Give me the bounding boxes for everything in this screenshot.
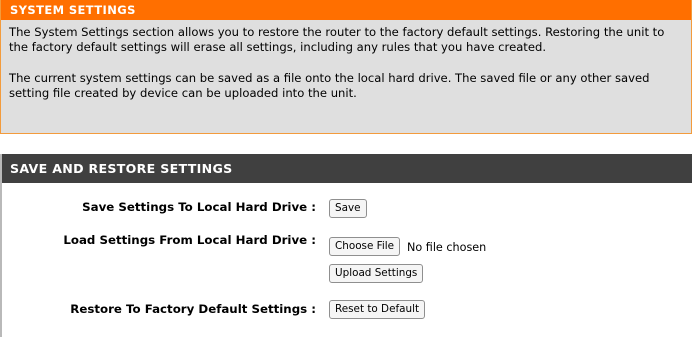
save-button[interactable]: Save	[329, 199, 367, 218]
save-settings-label: Save Settings To Local Hard Drive :	[82, 200, 316, 214]
system-settings-panel: SYSTEM SETTINGS The System Settings sect…	[0, 0, 692, 134]
file-status-text: No file chosen	[407, 241, 487, 254]
choose-file-button[interactable]: Choose File	[329, 237, 401, 256]
save-restore-header: SAVE AND RESTORE SETTINGS	[2, 154, 692, 183]
system-settings-description-1: The System Settings section allows you t…	[9, 25, 665, 54]
system-settings-header: SYSTEM SETTINGS	[1, 0, 691, 20]
restore-factory-label: Restore To Factory Default Settings :	[70, 302, 316, 316]
upload-settings-button[interactable]: Upload Settings	[329, 264, 424, 283]
system-settings-description-2: The current system settings can be saved…	[9, 71, 650, 100]
save-restore-panel: SAVE AND RESTORE SETTINGS Save Settings …	[0, 154, 692, 337]
reset-to-default-button[interactable]: Reset to Default	[329, 300, 426, 319]
load-settings-label: Load Settings From Local Hard Drive :	[63, 233, 316, 247]
